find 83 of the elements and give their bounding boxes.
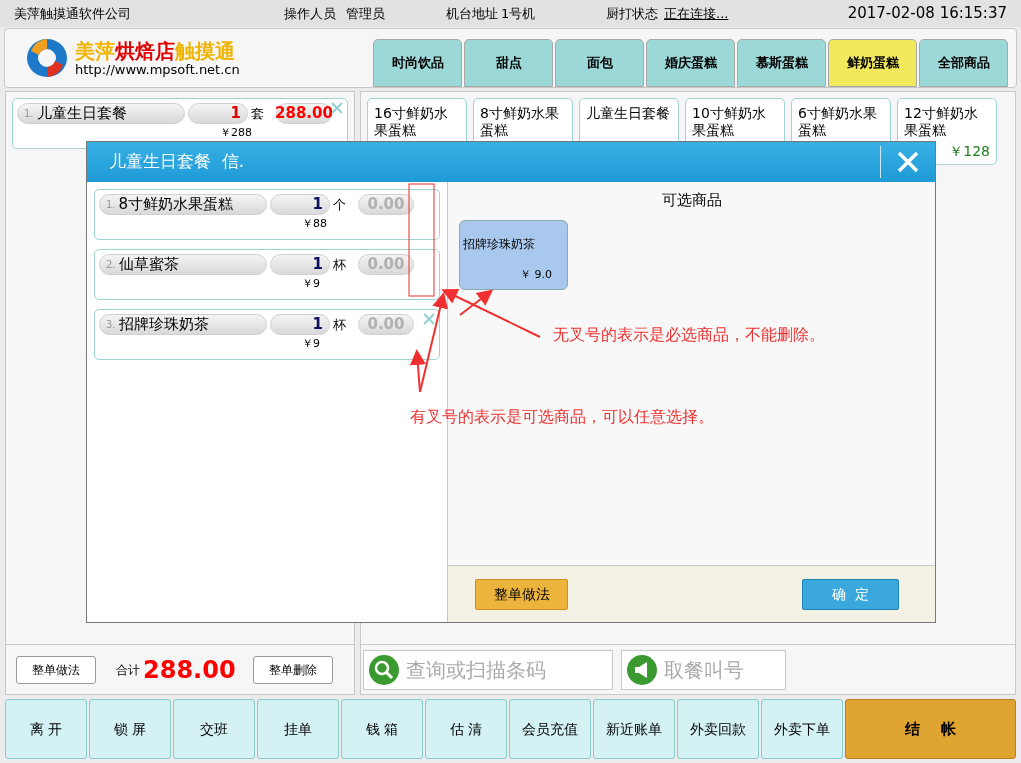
order-item-card[interactable]: 2. 仙草蜜茶 1 杯 0.00 ￥9 (94, 249, 440, 300)
megaphone-icon (626, 653, 658, 686)
product-name: 6寸鲜奶水果蛋糕 (798, 105, 878, 139)
category-tab[interactable]: 鲜奶蛋糕 (828, 39, 917, 87)
product-name: 16寸鲜奶水果蛋糕 (374, 105, 449, 139)
total-amount: 288.00 (143, 654, 237, 686)
unit-label: 个 (333, 195, 347, 214)
operator-label: 操作人员 (284, 4, 336, 23)
item-price: ￥288 (220, 126, 252, 139)
function-button[interactable]: 会员充值 (509, 699, 591, 759)
item-name: 仙草蜜茶 (118, 254, 179, 276)
category-tab[interactable]: 全部商品 (919, 39, 1008, 87)
amount-field: 0.00 (358, 254, 414, 275)
function-button[interactable]: 估 清 (425, 699, 507, 759)
function-button[interactable]: 钱 箱 (341, 699, 423, 759)
logo-text: 触摸通 (175, 40, 235, 61)
item-number: 3. (106, 318, 116, 332)
option-price: ￥ 9.0 (520, 266, 552, 283)
dialog-title: 儿童生日套餐 信. (109, 150, 245, 174)
search-icon (368, 653, 400, 686)
datetime: 2017-02-08 16:15:37 (847, 3, 1007, 25)
close-icon[interactable] (422, 312, 436, 326)
quantity-field[interactable]: 1 (270, 314, 330, 335)
category-tab[interactable]: 婚庆蛋糕 (646, 39, 735, 87)
function-button[interactable]: 外卖回款 (677, 699, 759, 759)
quantity-field[interactable]: 1 (270, 254, 330, 275)
pickup-call-box[interactable]: 取餐叫号 (621, 649, 786, 690)
item-name: 儿童生日套餐 (36, 103, 127, 125)
amount-field: 0.00 (358, 194, 414, 215)
item-number: 1. (106, 198, 116, 212)
order-item-card[interactable]: 1. 8寸鲜奶水果蛋糕 1 个 0.00 ￥88 (94, 189, 440, 240)
options-title: 可选商品 (661, 190, 722, 211)
option-name: 招牌珍珠奶茶 (463, 235, 536, 253)
product-name: 10寸鲜奶水果蛋糕 (692, 105, 767, 139)
function-button[interactable]: 锁 屏 (89, 699, 171, 759)
item-number: 2. (106, 258, 116, 272)
category-tab[interactable]: 甜点 (464, 39, 553, 87)
kitchen-label: 厨打状态 (606, 4, 658, 23)
annotation-text: 无叉号的表示是必选商品，不能删除。 (553, 324, 825, 346)
unit-label: 杯 (333, 315, 347, 334)
machine-label: 机台地址 (446, 4, 498, 23)
logo-url: http://www.mpsoft.net.cn (75, 62, 240, 76)
item-price: ￥88 (302, 217, 327, 230)
function-button[interactable]: 交班 (173, 699, 255, 759)
product-name: 儿童生日套餐 (586, 105, 671, 122)
quantity-field[interactable]: 1 (188, 103, 248, 124)
function-button[interactable]: 挂单 (257, 699, 339, 759)
item-name: 招牌珍珠奶茶 (118, 314, 209, 336)
kitchen-status: 正在连接... (664, 4, 729, 23)
quantity-field[interactable]: 1 (270, 194, 330, 215)
amount-field: 0.00 (358, 314, 414, 335)
checkout-button[interactable]: 结 帐 (845, 699, 1016, 759)
order-style-button[interactable]: 整单做法 (16, 655, 96, 684)
operator-name: 管理员 (346, 4, 386, 23)
category-tab[interactable]: 慕斯蛋糕 (737, 39, 826, 87)
item-price: ￥9 (302, 277, 320, 290)
order-item-card[interactable]: 3. 招牌珍珠奶茶 1 杯 0.00 ￥9 (94, 309, 440, 360)
unit-label: 杯 (333, 255, 347, 274)
product-price: ￥128 (949, 142, 990, 161)
amount-field: 288.00 (276, 103, 332, 124)
function-button[interactable]: 离 开 (5, 699, 87, 759)
category-tab[interactable]: 面包 (555, 39, 644, 87)
annotation-text: 有叉号的表示是可选商品，可以任意选择。 (410, 406, 714, 428)
product-name: 12寸鲜奶水果蛋糕 (904, 105, 979, 139)
delete-order-button[interactable]: 整单删除 (253, 655, 333, 684)
function-button[interactable]: 外卖下单 (761, 699, 843, 759)
product-name: 8寸鲜奶水果蛋糕 (480, 105, 560, 139)
item-price: ￥9 (302, 337, 320, 350)
category-tab[interactable]: 时尚饮品 (373, 39, 462, 87)
option-tile[interactable]: 招牌珍珠奶茶 ￥ 9.0 (459, 219, 568, 290)
function-button[interactable]: 新近账单 (593, 699, 675, 759)
logo-text: 美萍 (75, 40, 115, 61)
machine-name: 1号机 (501, 4, 537, 23)
unit-label: 套 (251, 104, 265, 123)
search-box[interactable]: 查询或扫描条码 (363, 649, 613, 690)
logo-text: 烘焙店 (115, 40, 175, 61)
search-field[interactable]: 查询或扫描条码 (406, 654, 608, 685)
item-name: 8寸鲜奶水果蛋糕 (118, 194, 234, 216)
item-number: 1. (24, 107, 34, 121)
total-label: 合计 (116, 661, 140, 679)
pickup-call-field[interactable]: 取餐叫号 (664, 654, 781, 685)
company-name: 美萍触摸通软件公司 (14, 4, 132, 23)
style-button[interactable]: 整单做法 (475, 578, 568, 610)
